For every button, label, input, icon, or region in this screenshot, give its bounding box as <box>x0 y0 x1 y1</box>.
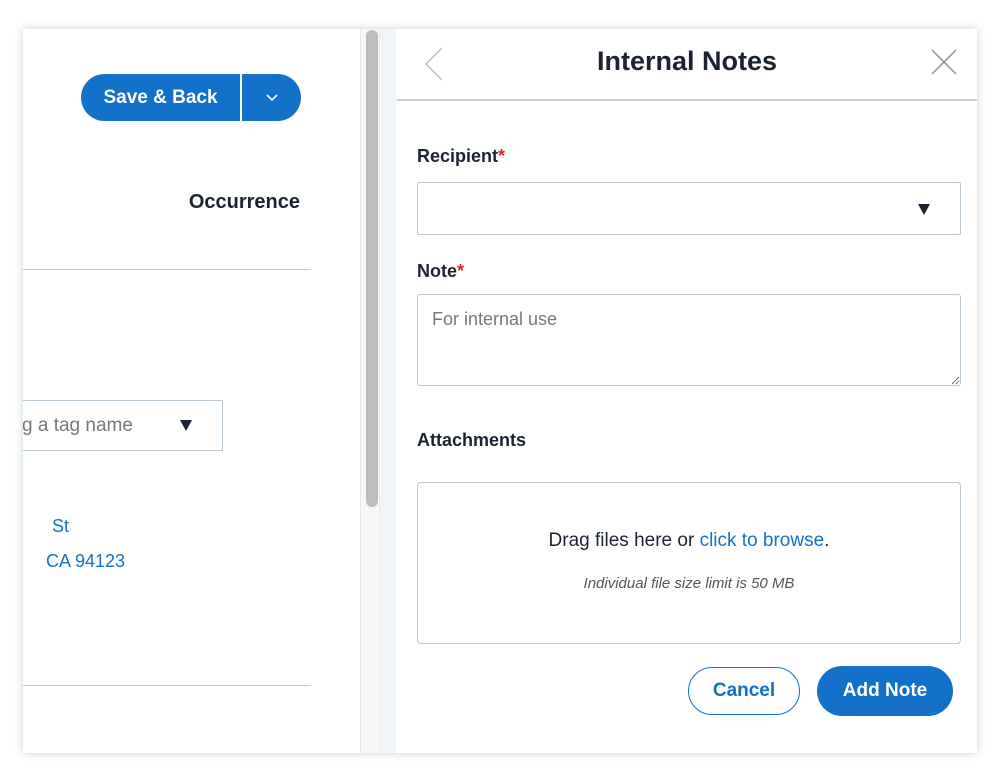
save-options-toggle[interactable] <box>242 74 301 121</box>
triangle-down-icon <box>918 204 930 215</box>
tag-select[interactable]: g a tag name <box>23 400 223 451</box>
address-link-line-1[interactable]: St <box>52 516 69 537</box>
triangle-down-icon <box>180 420 192 431</box>
note-label-text: Note <box>417 261 457 281</box>
scrollbar-track[interactable] <box>361 29 380 753</box>
internal-notes-drawer: Internal Notes Recipient* Note* Attachme… <box>397 29 977 753</box>
attachments-label: Attachments <box>417 430 527 450</box>
tag-select-placeholder: g a tag name <box>23 414 133 436</box>
dropzone-instructions: Drag files here or click to browse. <box>418 530 960 552</box>
browse-link[interactable]: click to browse <box>700 530 825 551</box>
required-marker: * <box>457 261 465 281</box>
divider <box>23 269 311 270</box>
note-textarea[interactable] <box>417 294 961 386</box>
divider <box>23 685 311 686</box>
note-label: Note* <box>417 261 464 282</box>
recipient-label: Recipient* <box>417 146 505 167</box>
drawer-backdrop-edge <box>380 29 396 753</box>
close-icon[interactable] <box>931 49 957 75</box>
section-heading-occurrence: Occurrence <box>188 191 300 213</box>
drawer-header: Internal Notes <box>397 29 977 101</box>
save-back-split-button: Save & Back <box>81 74 301 121</box>
file-size-limit: Individual file size limit is 50 MB <box>583 575 795 592</box>
chevron-down-icon <box>265 93 278 101</box>
drawer-title: Internal Notes <box>596 46 778 76</box>
add-note-button[interactable]: Add Note <box>817 666 953 716</box>
address-link-line-2[interactable]: CA 94123 <box>46 551 125 572</box>
app-window: Save & Back Occurrence g a tag name St C… <box>23 29 977 753</box>
recipient-label-text: Recipient <box>417 146 499 166</box>
required-marker: * <box>498 146 506 166</box>
record-pane: Save & Back Occurrence g a tag name St C… <box>23 29 361 753</box>
scrollbar-thumb[interactable] <box>366 30 378 507</box>
save-back-button[interactable]: Save & Back <box>81 74 242 121</box>
dropzone-text-end: . <box>824 530 830 551</box>
recipient-select[interactable] <box>417 182 961 235</box>
attachments-dropzone[interactable]: Drag files here or click to browse. Indi… <box>417 482 961 644</box>
cancel-button[interactable]: Cancel <box>688 667 800 715</box>
dropzone-text: Drag files here or <box>548 530 700 551</box>
